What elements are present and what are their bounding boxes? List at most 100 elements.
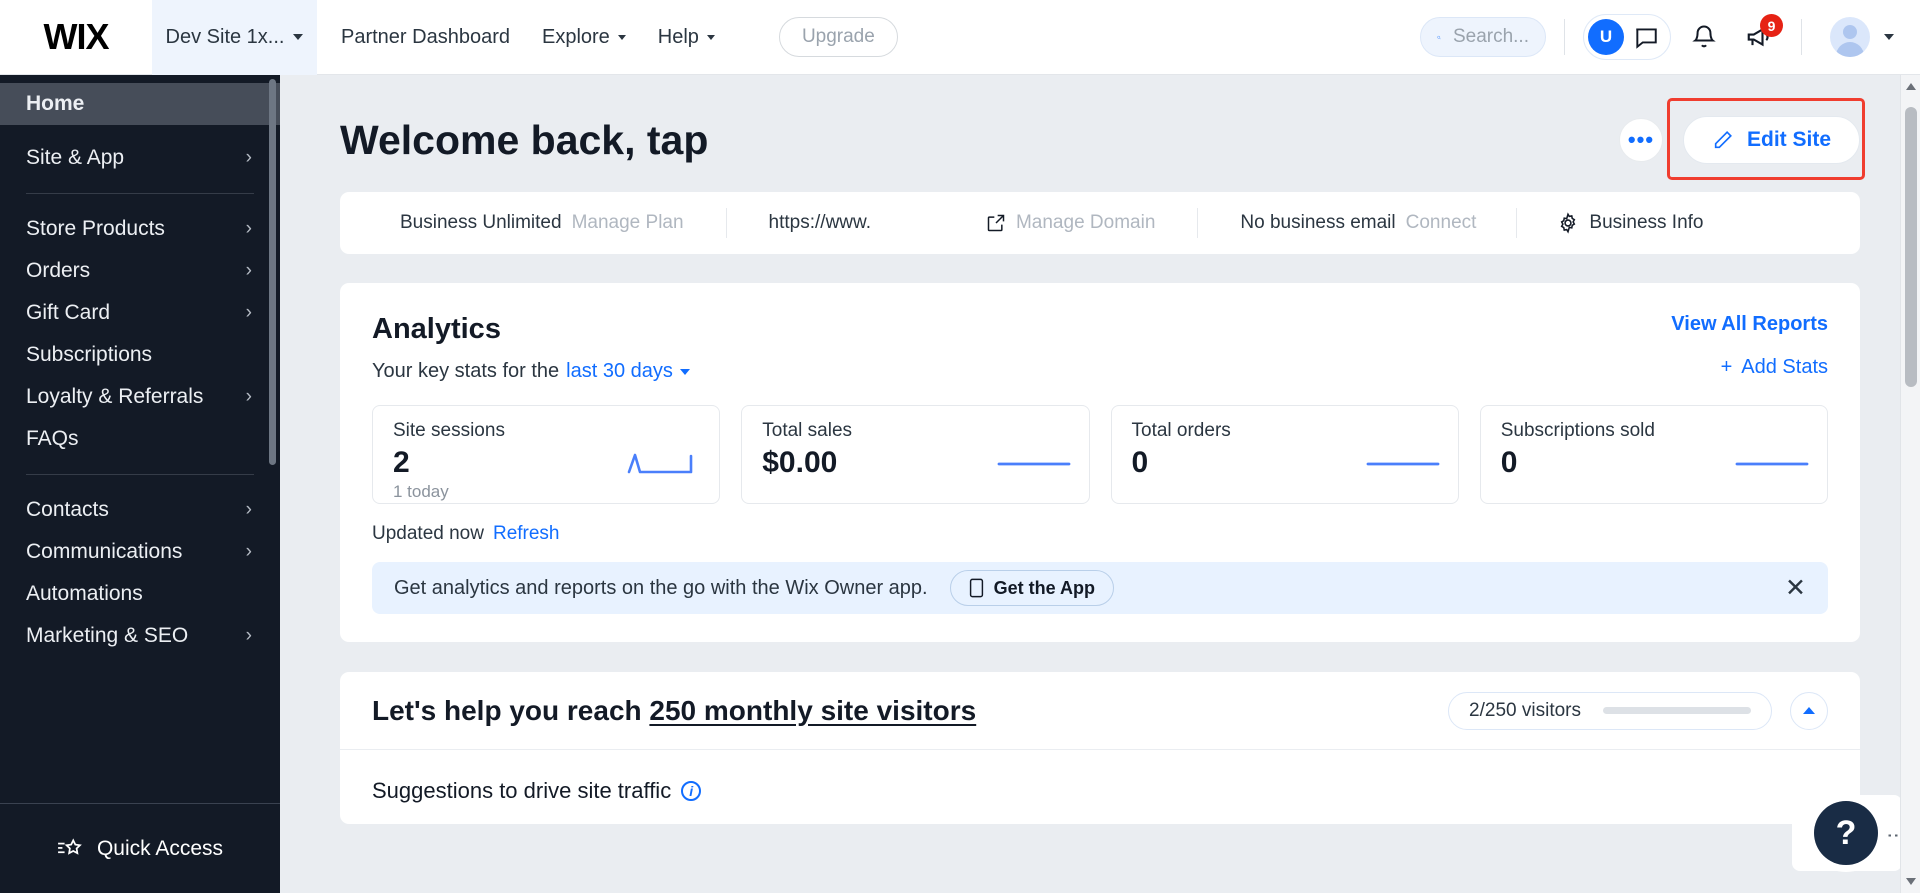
chevron-right-icon: › bbox=[245, 386, 252, 407]
sidebar-item-label: Gift Card bbox=[26, 301, 111, 324]
add-stats-label: Add Stats bbox=[1741, 356, 1828, 378]
pencil-icon bbox=[1714, 131, 1732, 149]
sidebar-scrollbar[interactable] bbox=[269, 79, 276, 465]
analytics-subtitle: Your key stats for the last 30 days bbox=[372, 360, 690, 383]
chevron-right-icon: › bbox=[245, 147, 252, 168]
get-the-app-label: Get the App bbox=[993, 577, 1095, 598]
wix-logo[interactable]: WIX bbox=[0, 16, 152, 58]
scrollbar-thumb[interactable] bbox=[1905, 107, 1917, 387]
divider bbox=[1564, 19, 1565, 55]
close-icon[interactable]: ✕ bbox=[1785, 575, 1806, 601]
announcements-button[interactable]: 9 bbox=[1737, 14, 1783, 60]
business-info-link[interactable]: Business Info bbox=[1589, 212, 1703, 234]
chevron-down-icon bbox=[293, 34, 304, 40]
get-the-app-button[interactable]: Get the App bbox=[949, 570, 1114, 606]
sidebar-item-subscriptions[interactable]: Subscriptions bbox=[0, 334, 280, 376]
nav-explore-label: Explore bbox=[541, 25, 610, 48]
chevron-down-icon[interactable] bbox=[679, 368, 690, 375]
refresh-link[interactable]: Refresh bbox=[493, 523, 560, 545]
manage-domain-group[interactable]: Manage Domain bbox=[986, 212, 1155, 234]
info-icon[interactable]: i bbox=[681, 781, 702, 801]
chevron-right-icon: › bbox=[245, 541, 252, 562]
divider bbox=[725, 208, 727, 238]
sidebar-item-contacts[interactable]: Contacts › bbox=[0, 489, 280, 531]
email-status: No business email bbox=[1240, 212, 1396, 233]
reach-goal-title: Let's help you reach 250 monthly site vi… bbox=[372, 695, 976, 727]
upgrade-button[interactable]: Upgrade bbox=[778, 17, 898, 57]
site-switcher[interactable]: Dev Site 1x... bbox=[152, 0, 317, 75]
chevron-right-icon: › bbox=[245, 499, 252, 520]
help-widget-more-button[interactable]: ⋮ bbox=[1885, 826, 1906, 845]
manage-domain-link[interactable]: Manage Domain bbox=[1016, 212, 1155, 234]
reach-goal-target-link[interactable]: 250 monthly site visitors bbox=[649, 695, 976, 726]
page-title: Welcome back, tap bbox=[340, 116, 709, 163]
stat-card-total-sales[interactable]: Total sales $0.00 bbox=[741, 405, 1090, 504]
notifications-bell-button[interactable] bbox=[1681, 14, 1727, 60]
sidebar-item-marketing-and-seo[interactable]: Marketing & SEO › bbox=[0, 615, 280, 657]
top-navigation-bar: WIX Dev Site 1x... Partner Dashboard Exp… bbox=[0, 0, 1920, 75]
avatar bbox=[1830, 17, 1870, 57]
star-lines-icon bbox=[58, 837, 82, 855]
sidebar-item-gift-card[interactable]: Gift Card › bbox=[0, 292, 280, 334]
site-info-bar: Business Unlimited Manage Plan https://w… bbox=[340, 192, 1860, 254]
more-options-button[interactable]: ••• bbox=[1618, 118, 1663, 162]
stat-card-total-orders[interactable]: Total orders 0 bbox=[1110, 405, 1459, 504]
sidebar-item-orders[interactable]: Orders › bbox=[0, 250, 280, 292]
sidebar-item-label: Subscriptions bbox=[26, 343, 153, 366]
sidebar-item-analytics-and-reports[interactable]: Analytics & Reports › bbox=[0, 657, 280, 665]
sidebar: Home Site & App › Store Products › Order… bbox=[0, 75, 280, 893]
add-stats-button[interactable]: + Add Stats bbox=[1671, 356, 1828, 379]
connect-email-link[interactable]: Connect bbox=[1406, 212, 1477, 234]
edit-site-label: Edit Site bbox=[1746, 128, 1831, 151]
sidebar-scroll-area: Home Site & App › Store Products › Order… bbox=[0, 75, 280, 665]
sparkline-chart bbox=[997, 462, 1070, 466]
domain-info: https://www. bbox=[769, 212, 871, 234]
sparkline-chart bbox=[627, 453, 693, 474]
scroll-down-arrow-icon[interactable] bbox=[1906, 878, 1916, 885]
sidebar-item-communications[interactable]: Communications › bbox=[0, 531, 280, 573]
chevron-right-icon: › bbox=[245, 625, 252, 646]
sidebar-item-site-and-app[interactable]: Site & App › bbox=[0, 137, 280, 179]
collapse-section-button[interactable] bbox=[1790, 691, 1828, 730]
plus-icon: + bbox=[1720, 356, 1733, 378]
bell-icon bbox=[1692, 25, 1716, 48]
avatar: U bbox=[1588, 19, 1624, 55]
divider bbox=[1801, 19, 1802, 55]
stat-label: Subscriptions sold bbox=[1500, 420, 1655, 441]
main-scrollbar[interactable] bbox=[1900, 75, 1920, 893]
profile-menu-button[interactable] bbox=[1830, 14, 1894, 60]
quick-access-label: Quick Access bbox=[96, 836, 224, 860]
date-range-selector[interactable]: last 30 days bbox=[566, 360, 673, 383]
help-button[interactable]: ? bbox=[1814, 801, 1878, 865]
reach-goal-body: Suggestions to drive site traffic i bbox=[340, 750, 1860, 824]
chevron-right-icon: › bbox=[245, 260, 252, 281]
sidebar-item-label: Communications bbox=[26, 540, 183, 563]
view-all-reports-link[interactable]: View All Reports bbox=[1671, 313, 1828, 336]
quick-access-button[interactable]: Quick Access bbox=[0, 803, 280, 893]
sidebar-item-automations[interactable]: Automations bbox=[0, 573, 280, 615]
nav-help-label: Help bbox=[657, 25, 699, 48]
inbox-button[interactable]: U bbox=[1583, 14, 1671, 60]
chevron-down-icon bbox=[706, 34, 715, 40]
nav-help[interactable]: Help bbox=[658, 26, 715, 49]
stat-card-subscriptions-sold[interactable]: Subscriptions sold 0 bbox=[1479, 405, 1828, 504]
sidebar-item-label: Automations bbox=[26, 582, 143, 605]
sidebar-item-loyalty-and-referrals[interactable]: Loyalty & Referrals › bbox=[0, 376, 280, 418]
business-info-group[interactable]: Business Info bbox=[1557, 212, 1704, 234]
sidebar-item-store-products[interactable]: Store Products › bbox=[0, 208, 280, 250]
analytics-title: Analytics bbox=[372, 313, 501, 345]
page-header: Welcome back, tap ••• Edit Site bbox=[280, 75, 1920, 180]
nav-partner-dashboard[interactable]: Partner Dashboard bbox=[341, 26, 510, 49]
email-info: No business email Connect bbox=[1240, 212, 1476, 234]
manage-plan-link[interactable]: Manage Plan bbox=[572, 212, 684, 234]
edit-site-button[interactable]: Edit Site bbox=[1682, 116, 1860, 164]
nav-explore[interactable]: Explore bbox=[542, 26, 626, 49]
analytics-subtitle-prefix: Your key stats for the bbox=[372, 360, 560, 382]
sidebar-item-faqs[interactable]: FAQs bbox=[0, 418, 280, 460]
search-input[interactable]: Search... bbox=[1420, 17, 1546, 57]
sidebar-item-home[interactable]: Home bbox=[0, 83, 280, 125]
stat-card-site-sessions[interactable]: Site sessions 2 1 today bbox=[372, 405, 721, 504]
sidebar-item-label: Store Products bbox=[26, 217, 165, 240]
site-switcher-label: Dev Site 1x... bbox=[165, 25, 285, 48]
scroll-up-arrow-icon[interactable] bbox=[1906, 83, 1916, 90]
